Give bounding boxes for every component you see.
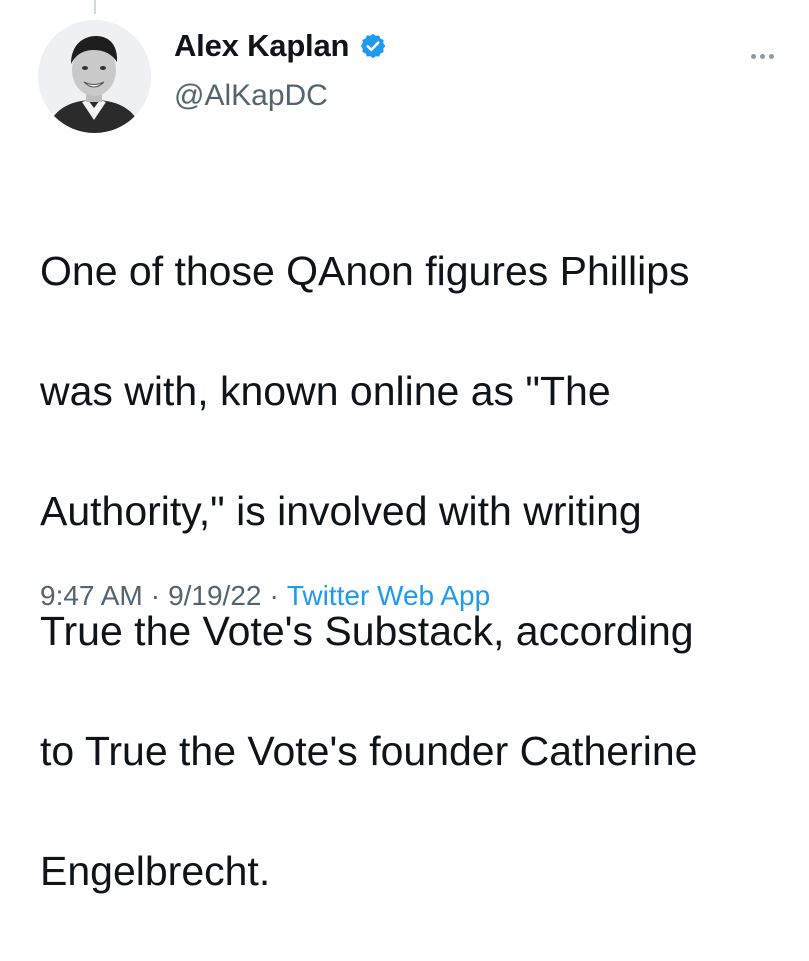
more-dot xyxy=(750,53,756,59)
verified-badge-icon xyxy=(359,32,387,60)
more-dot xyxy=(768,53,774,59)
more-options-icon[interactable] xyxy=(744,46,780,66)
tweet-metadata: 9:47 AM · 9/19/22 · Twitter Web App xyxy=(40,578,490,614)
tweet-text-line: One of those QAnon figures Phillips xyxy=(40,248,690,294)
profile-photo xyxy=(38,20,151,133)
tweet-date[interactable]: 9/19/22 xyxy=(168,580,261,611)
meta-separator: · xyxy=(269,580,279,611)
author-display-name[interactable]: Alex Kaplan xyxy=(174,28,349,64)
tweet-text-line: to True the Vote's founder Catherine xyxy=(40,728,698,774)
meta-separator: · xyxy=(150,580,161,611)
tweet-time[interactable]: 9:47 AM xyxy=(40,580,143,611)
avatar[interactable] xyxy=(38,20,151,133)
tweet-source-link[interactable]: Twitter Web App xyxy=(287,580,490,611)
author-name-row: Alex Kaplan xyxy=(174,28,387,64)
more-dot xyxy=(759,53,765,59)
tweet-text-line: Authority," is involved with writing xyxy=(40,488,642,534)
thread-connector-line xyxy=(94,0,96,14)
author-handle[interactable]: @AlKapDC xyxy=(174,78,328,114)
tweet-text: One of those QAnon figures Phillips was … xyxy=(40,181,780,961)
tweet-text-line: Engelbrecht. xyxy=(40,848,271,894)
tweet-text-line: was with, known online as "The xyxy=(40,368,611,414)
